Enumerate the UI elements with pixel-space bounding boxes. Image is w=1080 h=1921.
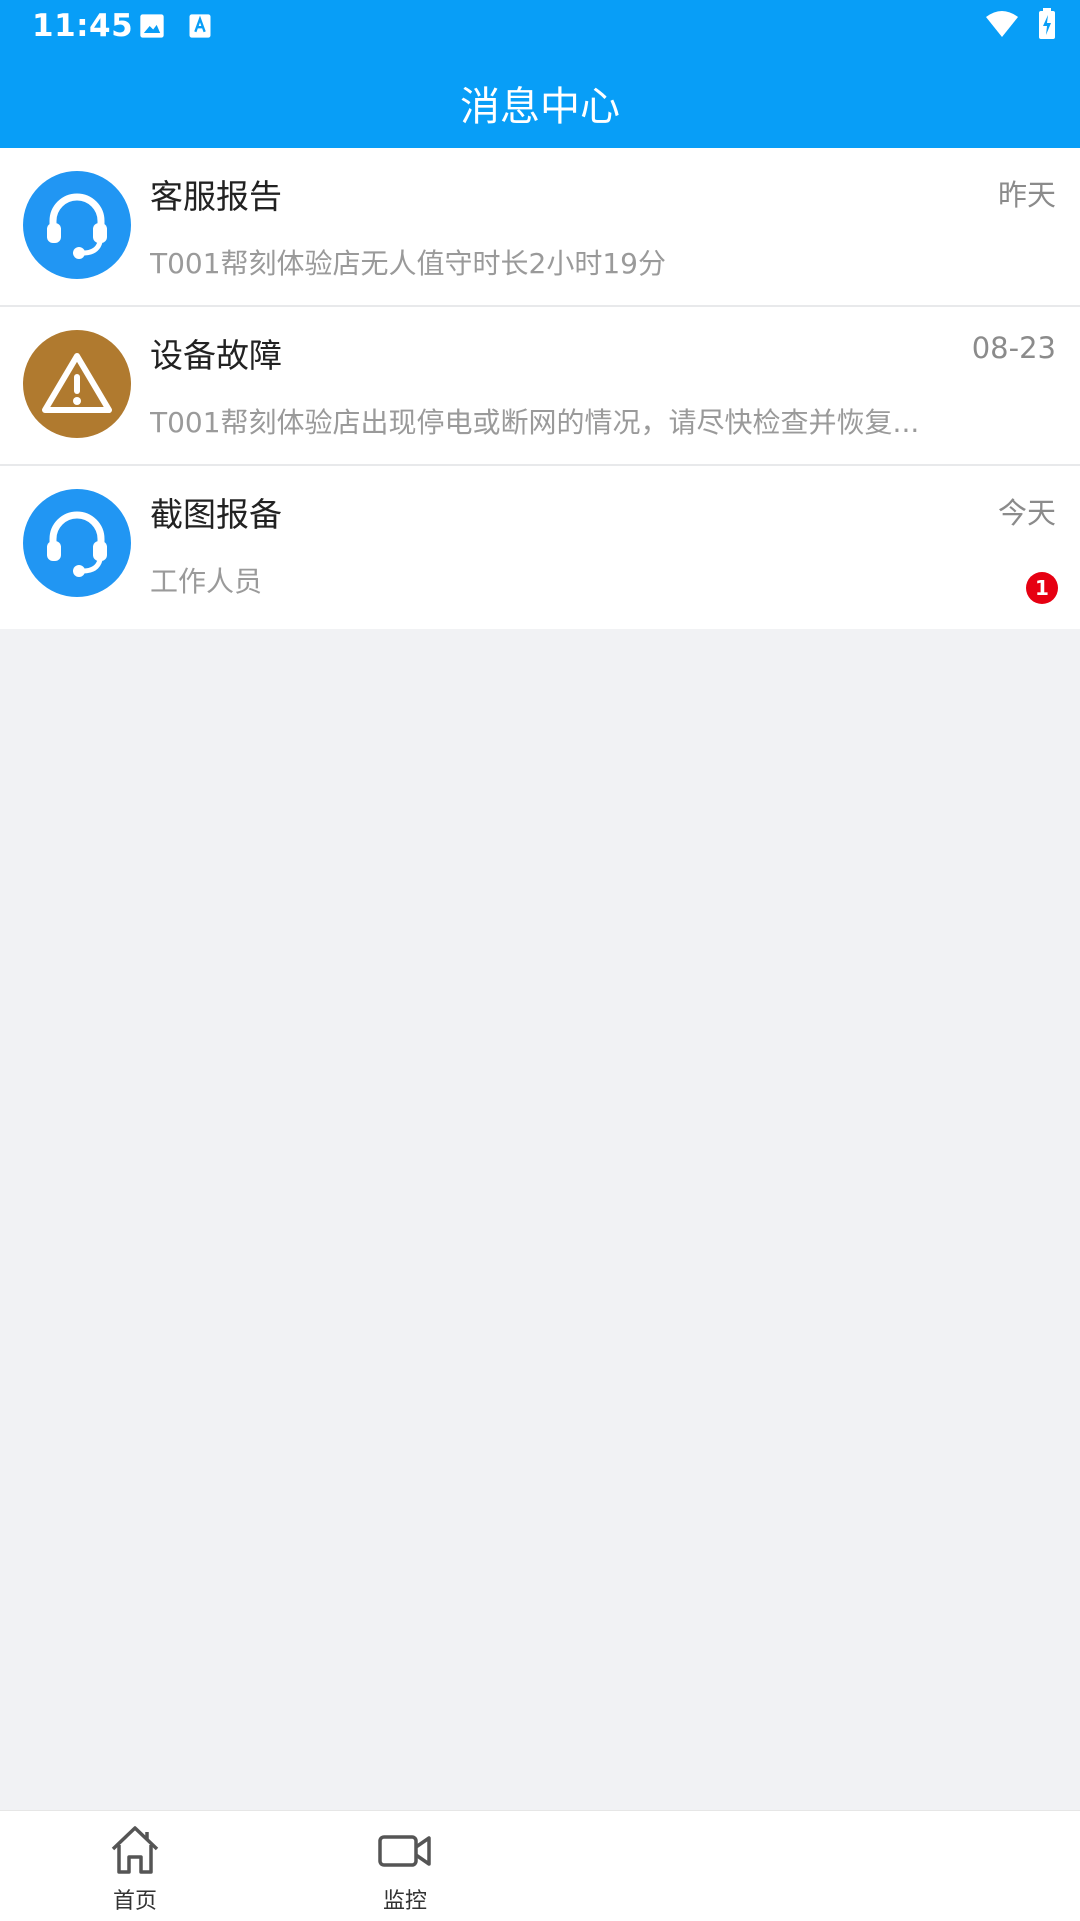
unread-badge: 1 — [1026, 572, 1058, 604]
image-icon — [138, 12, 166, 44]
video-camera-icon — [378, 1835, 431, 1867]
top-bar: 11:45 消息中心 — [0, 0, 1080, 148]
text-a-icon — [188, 12, 212, 44]
message-description: T001帮刻体验店出现停电或断网的情况，请尽快检查并恢复... — [150, 406, 920, 439]
wifi-icon — [984, 9, 1020, 43]
nav-monitor[interactable]: 监控 — [270, 1811, 540, 1921]
message-time: 08-23 — [971, 331, 1056, 365]
message-title: 截图报备 — [150, 495, 282, 534]
message-time: 今天 — [997, 496, 1056, 530]
status-notification-icons — [138, 12, 212, 44]
warning-icon — [23, 330, 131, 438]
message-list: 客服报告 昨天 T001帮刻体验店无人值守时长2小时19分 设备故障 08-23… — [0, 148, 1080, 629]
headset-icon — [23, 489, 131, 597]
nav-home[interactable]: 首页 — [0, 1811, 270, 1921]
status-time: 11:45 — [32, 8, 134, 44]
nav-label: 首页 — [112, 1889, 157, 1914]
headset-icon — [23, 171, 131, 279]
home-icon — [111, 1826, 159, 1874]
message-title: 客服报告 — [150, 177, 282, 216]
message-item[interactable]: 截图报备 今天 工作人员 1 — [0, 466, 1080, 629]
status-system-icons — [984, 8, 1056, 44]
bottom-navigation: 首页 监控 — [0, 1810, 1080, 1921]
message-description: 工作人员 — [150, 565, 263, 598]
message-description: T001帮刻体验店无人值守时长2小时19分 — [150, 247, 666, 280]
message-item[interactable]: 设备故障 08-23 T001帮刻体验店出现停电或断网的情况，请尽快检查并恢复.… — [0, 307, 1080, 466]
message-title: 设备故障 — [150, 336, 282, 375]
page-title: 消息中心 — [460, 84, 620, 130]
message-item[interactable]: 客服报告 昨天 T001帮刻体验店无人值守时长2小时19分 — [0, 148, 1080, 307]
nav-label: 监控 — [382, 1889, 427, 1914]
message-time: 昨天 — [997, 178, 1056, 212]
battery-charging-icon — [1038, 8, 1056, 44]
